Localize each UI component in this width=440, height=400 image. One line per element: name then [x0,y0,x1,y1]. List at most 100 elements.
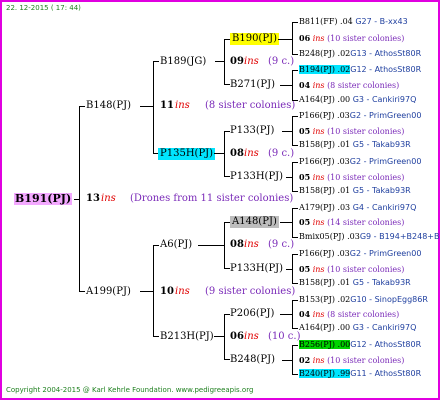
g1-bottom-bracket-bottom [153,336,159,337]
g4-5-mid: 05 ins (10 sister colonies) [299,264,405,274]
g3-a1-bracket-bottom [292,54,298,55]
g4-2-top[interactable]: P166(PJ) .03G2 - PrimGreen00 [299,110,421,122]
g2-a-generation: 09 [230,56,244,67]
g4-6-mid: 04 ins (8 sister colonies) [299,309,400,319]
g2-c-bracket [224,222,225,269]
g3-d1-bracket [292,300,293,329]
g1-top-connector [140,106,153,107]
root-connector [74,199,79,200]
g3-a1-connector [278,39,292,40]
g4-0-mid: 06 ins (10 sister colonies) [299,33,405,43]
g4-4-bot[interactable]: Bmix05(PJ) .03G9 - B194+B248+B [299,231,439,243]
root-bracket-bottom [79,291,85,292]
g2-a-note: (9 c.) [268,56,295,67]
root-bracket [79,106,80,292]
g2-a-connector [215,61,224,62]
g1-top-ins: ins [175,100,190,111]
g3-a2-bracket-top [292,70,298,71]
g4-1-top[interactable]: B194(PJ) .02G12 - AthosSt80R [299,64,421,76]
g3-a1-bracket [292,22,293,55]
g3-d1-bracket-bottom [292,328,298,329]
g4-2-bot[interactable]: B158(PJ) .01 G5 - Takab93R [299,139,411,151]
g1-bottom-bracket-top [153,245,159,246]
g1-bottom-ins: ins [175,286,190,297]
g4-7-bot[interactable]: B240(PJ) .99G11 - AthosSt80R [299,368,421,380]
g4-7-top[interactable]: B256(PJ) .00G12 - AthosSt80R [299,339,421,351]
g3-d1-connector [280,314,292,315]
g2-d-connector [214,336,224,337]
g4-5-bot[interactable]: B158(PJ) .01 G5 - Takab93R [299,277,411,289]
g1-bottom-note: (9 sister colonies) [205,286,296,297]
g3-d2-queen[interactable]: B248(PJ) [230,354,275,366]
g2-c-connector [198,245,224,246]
root-queen[interactable]: B191(PJ) [14,193,73,205]
g2-c-queen[interactable]: A6(PJ) [160,239,192,251]
g1-top-note: (8 sister colonies) [205,100,296,111]
g4-5-top[interactable]: P166(PJ) .03G2 - PrimGreen00 [299,248,421,260]
g2-a-bracket [224,39,225,85]
g4-6-bot[interactable]: A164(PJ) .00 G3 - Cankiri97Q [299,322,416,334]
g2-d-note: (10 c.) [268,331,301,342]
g2-b-ins: ins [244,148,259,159]
g3-d2-bracket [292,345,293,375]
g3-b2-bracket-bottom [292,191,298,192]
g4-1-mid: 04 ins (8 sister colonies) [299,80,400,90]
g4-6-top[interactable]: B153(PJ) .02G10 - SinopEgg86R [299,294,428,306]
g2-d-ins: ins [244,331,259,342]
g4-3-mid: 05 ins (10 sister colonies) [299,172,405,182]
g3-b1-bracket-top [292,116,298,117]
g1-top-queen[interactable]: B148(PJ) [86,100,131,112]
g1-top-bracket-top [153,61,159,62]
g1-top-bracket [153,61,154,154]
g3-a2-queen[interactable]: B271(PJ) [230,79,275,91]
g3-c1-queen[interactable]: A148(PJ) [230,216,279,228]
g3-a1-bracket-top [292,22,298,23]
g2-b-queen[interactable]: P135H(PJ) [158,148,216,160]
g1-bottom-queen[interactable]: A199(PJ) [86,286,131,298]
g2-a-queen[interactable]: B189(JG) [160,56,206,68]
timestamp-header: 22. 12-2015 ( 17: 44) [6,4,81,12]
g1-top-generation: 11 [160,100,174,111]
g3-b1-connector [282,131,292,132]
g2-d-queen[interactable]: B213H(PJ) [160,331,214,343]
g4-4-top[interactable]: A179(PJ) .03 G4 - Cankiri97Q [299,202,416,214]
g3-c2-connector [286,269,292,270]
root-note: (Drones from 11 sister colonies) [130,193,294,204]
g3-d2-bracket-bottom [292,374,298,375]
g3-c1-bracket [292,208,293,238]
g1-bottom-bracket [153,245,154,337]
g3-c2-queen[interactable]: P133H(PJ) [230,263,283,275]
g3-c1-bracket-bottom [292,237,298,238]
g3-b1-bracket [292,116,293,146]
g2-c-ins: ins [244,239,259,250]
g4-0-bot[interactable]: B248(PJ) .02G13 - AthosSt80R [299,48,421,60]
g4-4-mid: 05 ins (14 sister colonies) [299,217,405,227]
g4-2-mid: 05 ins (10 sister colonies) [299,126,405,136]
g3-d2-connector [282,360,292,361]
g4-3-bot[interactable]: B158(PJ) .01 G5 - Takab93R [299,185,411,197]
g3-b1-bracket-bottom [292,145,298,146]
g3-a2-bracket [292,70,293,101]
g3-a2-connector [280,85,292,86]
g2-a-ins: ins [244,56,259,67]
g2-c-note: (9 c.) [268,239,295,250]
g4-1-bot[interactable]: A164(PJ) .00 G3 - Cankiri97Q [299,94,416,106]
g2-c-generation: 08 [230,239,244,250]
g3-d1-bracket-top [292,300,298,301]
g3-a1-queen[interactable]: B190(PJ) [230,33,279,45]
g3-b2-bracket-top [292,162,298,163]
g2-d-generation: 06 [230,331,244,342]
g4-3-top[interactable]: P166(PJ) .03G2 - PrimGreen00 [299,156,421,168]
g3-c1-connector [280,222,292,223]
g1-bottom-connector [140,291,153,292]
g3-b1-queen[interactable]: P133(PJ) [230,125,274,137]
g2-b-bracket [224,131,225,177]
g3-c2-bracket-top [292,254,298,255]
g4-0-top[interactable]: B811(FF) .04 G27 - B-xx43 [299,16,408,28]
g3-b2-connector [286,177,292,178]
g3-d1-queen[interactable]: P206(PJ) [230,308,274,320]
g3-b2-bracket [292,162,293,192]
g3-b2-queen[interactable]: P133H(PJ) [230,171,283,183]
g3-c2-bracket-bottom [292,283,298,284]
g3-a2-bracket-bottom [292,100,298,101]
